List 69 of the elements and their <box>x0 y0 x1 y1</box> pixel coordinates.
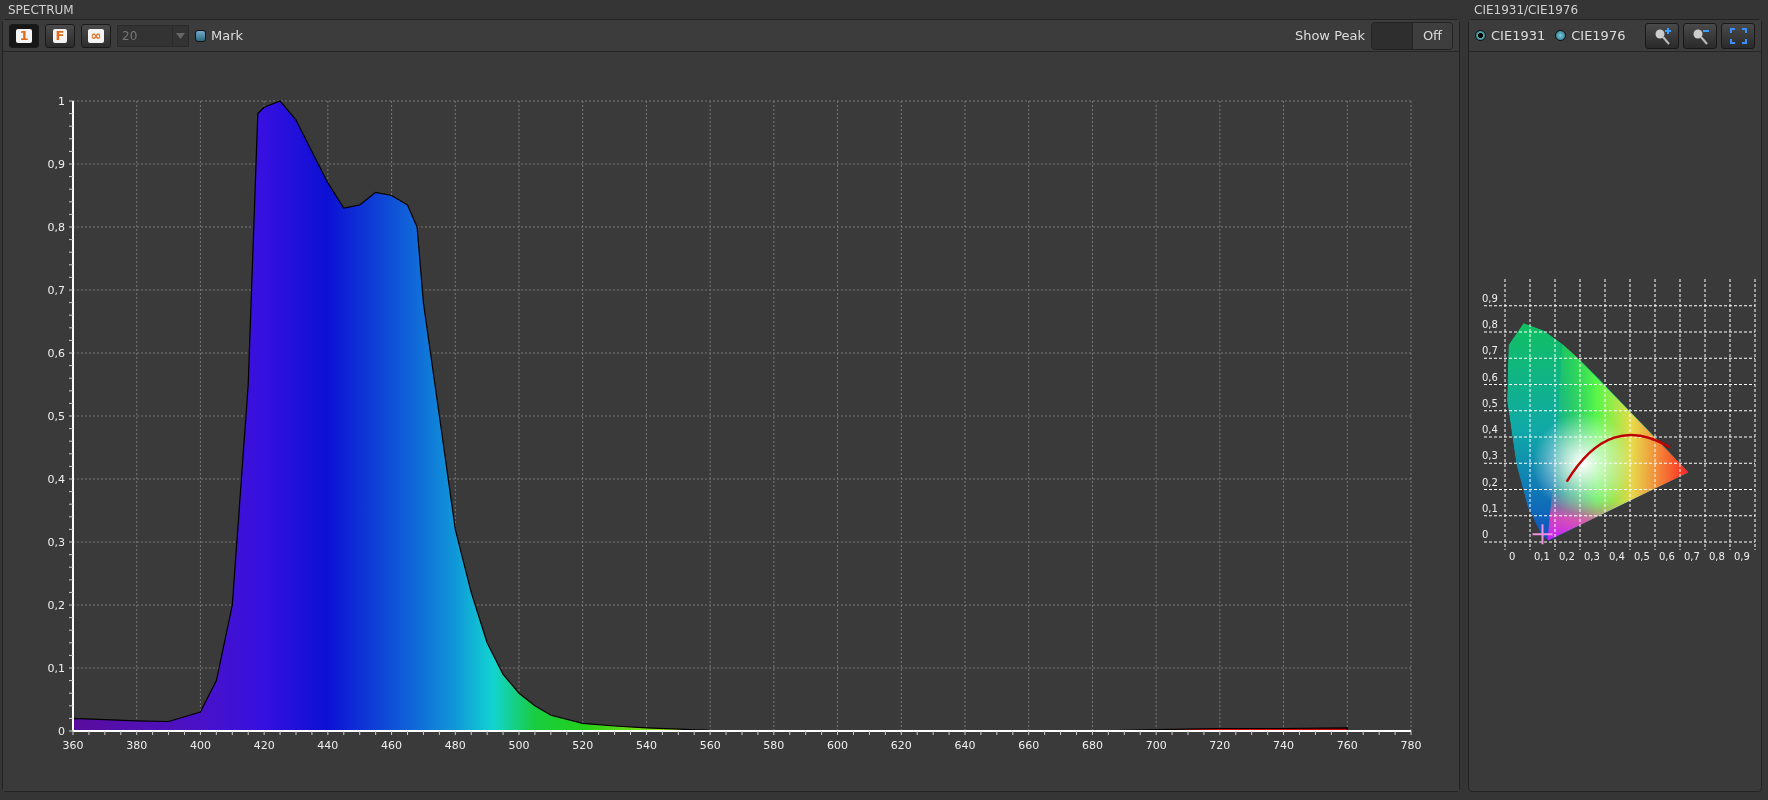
x-tick-label: 640 <box>954 739 976 752</box>
show-peak-switch[interactable]: Off <box>1371 21 1453 50</box>
x-tick-label: 420 <box>253 739 275 752</box>
x-tick-label: 0,4 <box>1609 550 1625 562</box>
y-tick-label: 0,3 <box>47 536 65 549</box>
y-tick-label: 0,9 <box>1482 292 1498 304</box>
x-tick-label: 0,1 <box>1534 550 1550 562</box>
y-tick-label: 0,3 <box>1482 449 1498 461</box>
x-tick-label: 540 <box>635 739 657 752</box>
show-peak-label: Show Peak <box>1294 26 1365 45</box>
x-tick-label: 720 <box>1209 739 1231 752</box>
x-tick-label: 360 <box>62 739 84 752</box>
y-tick-label: 0,1 <box>1482 502 1498 514</box>
x-tick-label: 0,3 <box>1584 550 1600 562</box>
x-tick-label: 760 <box>1336 739 1358 752</box>
y-tick-label: 0,6 <box>47 347 65 360</box>
x-tick-label: 0 <box>1509 550 1516 562</box>
x-tick-label: 700 <box>1145 739 1167 752</box>
x-tick-label: 740 <box>1273 739 1295 752</box>
y-tick-label: 0,8 <box>1482 318 1498 330</box>
y-tick-label: 0,2 <box>47 599 65 612</box>
y-tick-label: 0,8 <box>47 221 65 234</box>
caret-icon <box>176 32 185 39</box>
x-tick-label: 620 <box>890 739 912 752</box>
x-tick-label: 580 <box>763 739 785 752</box>
x-tick-label: 0,5 <box>1634 550 1650 562</box>
y-tick-label: 0 <box>1482 528 1489 540</box>
x-tick-label: 480 <box>444 739 466 752</box>
y-tick-label: 0,2 <box>1482 476 1498 487</box>
x-tick-label: 780 <box>1400 739 1422 752</box>
y-tick-label: 0,5 <box>47 410 65 423</box>
mode-radio[interactable]: CIE1931 <box>1475 25 1546 46</box>
y-tick-label: 0,1 <box>47 662 65 675</box>
panel-title: CIE1931/CIE1976 <box>1473 2 1580 19</box>
y-tick-label: 0,6 <box>1482 371 1498 382</box>
fit-button[interactable] <box>1721 22 1755 49</box>
x-tick-label: 460 <box>381 739 403 752</box>
x-tick-label: 680 <box>1081 739 1103 752</box>
x-tick-label: 500 <box>508 739 530 752</box>
x-tick-label: 0,9 <box>1734 550 1750 562</box>
y-tick-label: 0,7 <box>1482 344 1498 356</box>
checkbox-indicator[interactable] <box>195 29 206 42</box>
x-tick-label: 560 <box>699 739 721 752</box>
y-tick-label: 0,7 <box>47 284 65 297</box>
y-tick-label: 0 <box>58 725 65 738</box>
y-tick-label: 0,9 <box>47 158 65 171</box>
zoom-in-button[interactable] <box>1645 22 1679 49</box>
y-tick-label: 0,4 <box>1482 423 1498 435</box>
panel-title: SPECTRUM <box>7 2 75 19</box>
y-tick-label: 1 <box>58 95 65 108</box>
x-tick-label: 0,6 <box>1659 550 1675 562</box>
radio-indicator[interactable] <box>1555 30 1567 41</box>
y-tick-label: 0,5 <box>1482 397 1498 409</box>
zoom-out-button[interactable] <box>1683 22 1717 49</box>
x-tick-label: 0,7 <box>1684 550 1700 562</box>
y-tick-label: 0,4 <box>47 473 65 486</box>
x-tick-label: 520 <box>572 739 594 752</box>
x-tick-label: 600 <box>827 739 849 752</box>
x-tick-label: 440 <box>317 739 339 752</box>
fit-to-window-icon <box>1728 26 1748 45</box>
x-tick-label: 400 <box>189 739 211 752</box>
x-tick-label: 380 <box>126 739 148 752</box>
mark-checkbox[interactable]: Mark <box>195 25 244 46</box>
x-tick-label: 0,8 <box>1709 550 1725 562</box>
x-tick-label: 0,2 <box>1559 550 1575 562</box>
radio-indicator[interactable] <box>1475 30 1486 41</box>
mode-radio[interactable]: CIE1976 <box>1555 25 1626 46</box>
crosshair-marker <box>1531 522 1554 545</box>
x-tick-label: 660 <box>1018 739 1040 752</box>
